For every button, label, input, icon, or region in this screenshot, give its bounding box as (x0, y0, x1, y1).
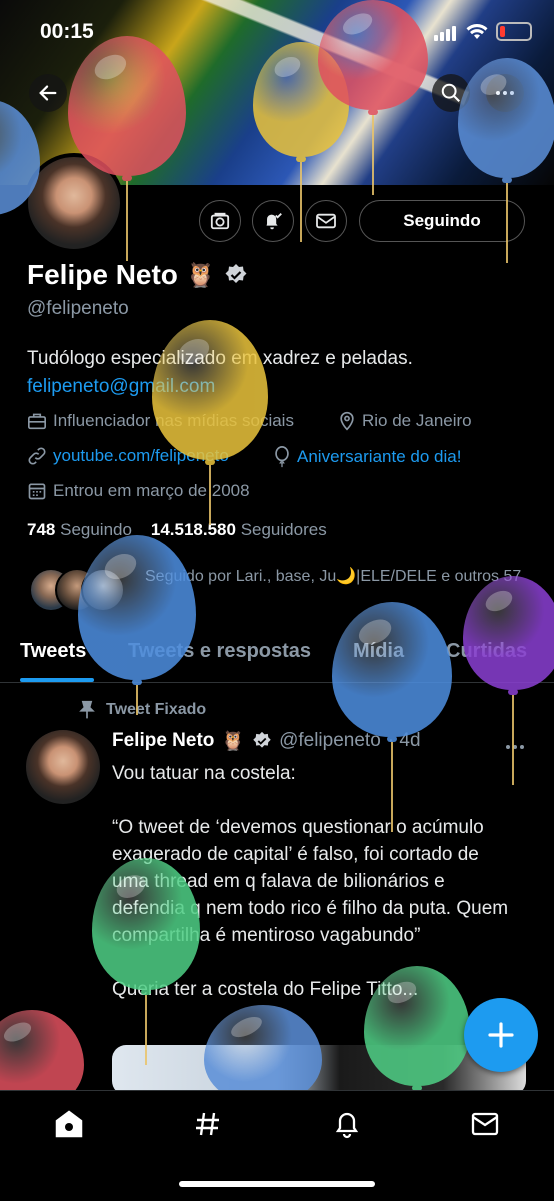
profile-avatar[interactable] (24, 153, 124, 253)
bio-text: Tudólogo especializado em xadrez e pelad… (27, 348, 413, 369)
mail-icon (316, 213, 336, 229)
profile-name: Felipe Neto (27, 259, 178, 290)
profile-category: Influenciador nas mídias sociais (27, 411, 294, 431)
notifications-icon (335, 1112, 359, 1139)
more-button[interactable] (486, 74, 524, 112)
category-text: Influenciador nas mídias sociais (53, 411, 294, 430)
search-button[interactable] (432, 74, 470, 112)
tweet-paragraph: Vou tatuar na costela: (112, 763, 296, 784)
compose-icon (488, 1022, 514, 1048)
camera-icon (210, 212, 230, 230)
profile-name-row: Felipe Neto 🦉 (27, 259, 248, 291)
status-icons (434, 22, 532, 41)
more-icon (506, 745, 524, 749)
following-label: Seguindo (60, 520, 132, 539)
joined-text: Entrou em março de 2008 (53, 481, 250, 500)
verified-icon (253, 731, 271, 748)
back-arrow-icon (39, 85, 57, 101)
followers-label: Seguidores (240, 520, 327, 539)
birthday-text[interactable]: Aniversariante do dia! (297, 447, 461, 467)
tweet-author-avatar[interactable] (26, 730, 100, 804)
home-icon (55, 1110, 83, 1138)
profile-stats: 748 Seguindo 14.518.580 Seguidores (27, 520, 327, 540)
tab-likes[interactable]: Curtidas (446, 640, 527, 663)
status-time: 00:15 (40, 20, 94, 43)
home-indicator (179, 1181, 375, 1187)
tweet-media[interactable] (112, 1045, 526, 1095)
link-icon (28, 447, 46, 465)
wifi-icon (466, 23, 488, 39)
signal-icon (434, 23, 458, 41)
notifications-toggle-button[interactable] (252, 200, 294, 242)
tweet-time: · 4d (387, 730, 421, 751)
pinned-label-row: Tweet Fixado (78, 700, 206, 720)
pinned-label: Tweet Fixado (106, 701, 207, 718)
followers-count: 14.518.580 (150, 520, 236, 539)
search-icon (441, 83, 460, 102)
tweet-author-name[interactable]: Felipe Neto (112, 730, 214, 752)
briefcase-icon (28, 413, 46, 430)
battery-icon (496, 22, 532, 41)
bell-icon (266, 213, 282, 230)
messages-icon (471, 1112, 499, 1136)
profile-birthday[interactable]: Aniversariante do dia! (273, 446, 461, 468)
profile-handle: @felipeneto (27, 298, 129, 319)
tab-tweets-and-replies[interactable]: Tweets e respostas (128, 640, 311, 663)
profile-joined: Entrou em março de 2008 (27, 481, 250, 501)
follower-avatar[interactable] (81, 568, 125, 612)
following-stat[interactable]: 748 Seguindo (27, 520, 132, 539)
following-button[interactable]: Seguindo (359, 200, 525, 242)
back-button[interactable] (29, 74, 67, 112)
tweet-paragraph: Queria ter a costela do Felipe Titto... (112, 979, 419, 1000)
owl-emoji: 🦉 (185, 261, 216, 289)
verified-icon (225, 264, 247, 283)
profile-bio: Tudólogo especializado em xadrez e pelad… (27, 345, 527, 401)
following-count: 748 (27, 520, 56, 539)
calendar-icon (28, 483, 46, 500)
owl-emoji: 🦉 (221, 731, 246, 752)
nav-notifications[interactable] (327, 1104, 367, 1144)
tweet-paragraph: “O tweet de ‘devemos questionar o acúmul… (112, 817, 509, 946)
followers-stat[interactable]: 14.518.580 Seguidores (151, 520, 327, 539)
website-link[interactable]: youtube.com/felipeneto (53, 446, 229, 466)
more-icon (496, 91, 514, 95)
nav-explore[interactable] (188, 1104, 228, 1144)
subscribe-button[interactable] (199, 200, 241, 242)
tweet-author-handle[interactable]: @felipeneto (279, 730, 381, 752)
bio-email-link[interactable]: felipeneto@gmail.com (27, 373, 527, 401)
tweet-more-button[interactable] (505, 737, 525, 755)
nav-messages[interactable] (465, 1104, 505, 1144)
profile-location: Rio de Janeiro (338, 411, 472, 431)
balloon-icon (275, 446, 289, 468)
tab-media[interactable]: Mídia (353, 640, 404, 663)
tweet-body: Vou tatuar na costela: “O tweet de ‘deve… (112, 760, 512, 1030)
location-text: Rio de Janeiro (362, 411, 472, 430)
pin-icon (79, 700, 95, 719)
profile-website[interactable]: youtube.com/felipeneto (27, 446, 229, 466)
compose-tweet-button[interactable] (464, 998, 538, 1072)
followed-by-text[interactable]: Seguido por Lari., base, Ju🌙|ELE/DELE e … (145, 564, 525, 590)
hashtag-icon (196, 1112, 219, 1136)
tab-tweets[interactable]: Tweets (20, 640, 86, 663)
location-icon (340, 411, 354, 431)
message-button[interactable] (305, 200, 347, 242)
tab-divider (0, 682, 554, 683)
nav-home[interactable] (49, 1104, 89, 1144)
balloon (78, 535, 196, 718)
tweet-header: Felipe Neto 🦉 @felipeneto · 4d (112, 729, 421, 753)
